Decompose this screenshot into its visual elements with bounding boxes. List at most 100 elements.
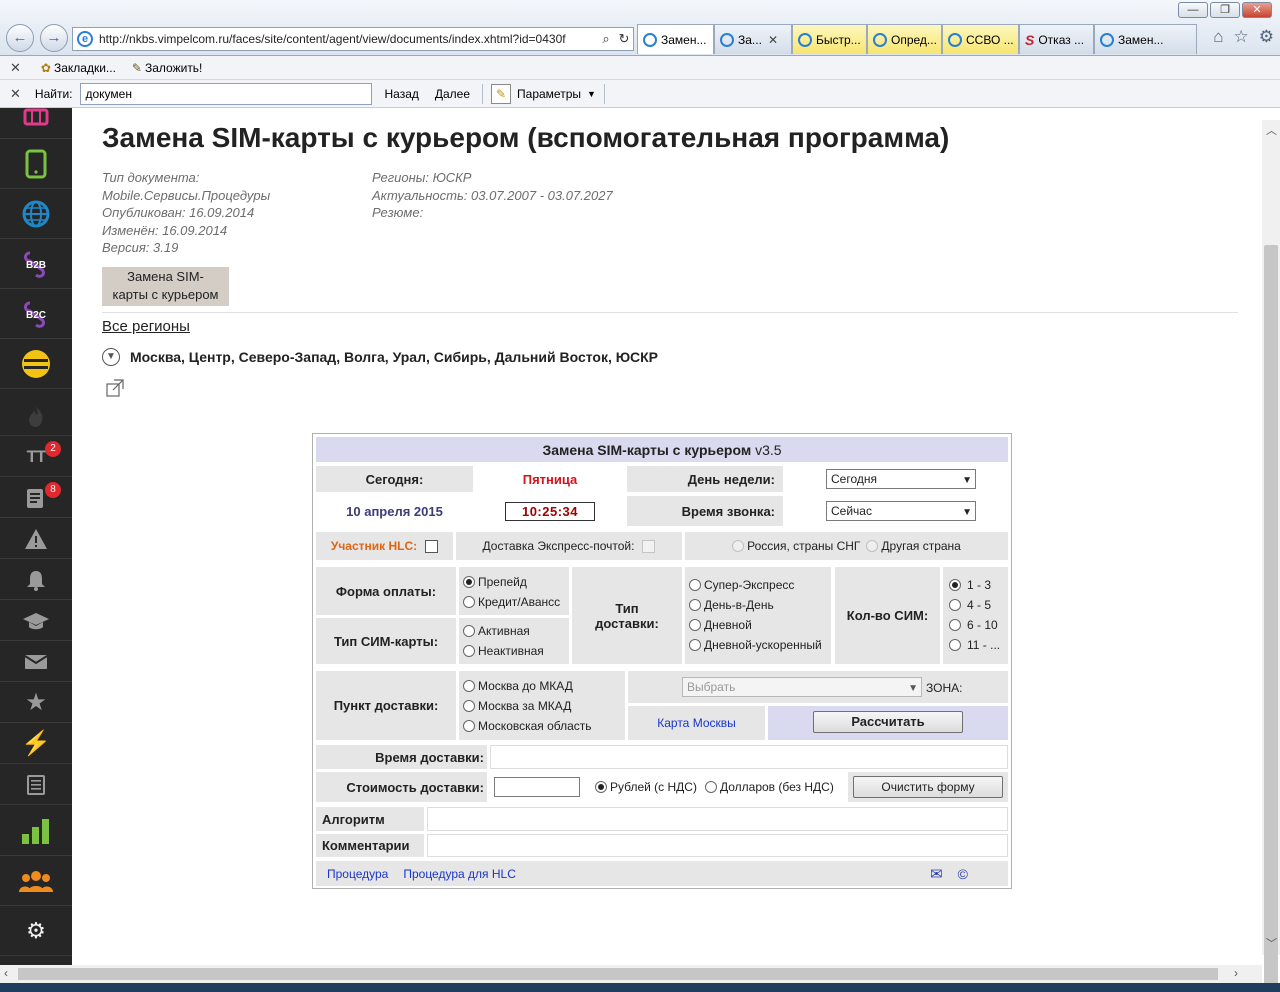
tab-5[interactable]: ССВО ... xyxy=(942,24,1019,54)
scroll-down-icon[interactable]: ﹀ xyxy=(1266,935,1277,951)
scroll-up-icon[interactable]: ︿ xyxy=(1266,122,1277,138)
sidebar-item-team[interactable] xyxy=(0,856,72,906)
sim-type-radio-active[interactable]: Активная xyxy=(463,621,569,641)
delivery-radio-daytime-fast[interactable]: Дневной-ускоренный xyxy=(689,635,831,655)
sidebar-item-docs[interactable] xyxy=(0,765,72,805)
maximize-button[interactable]: ❐ xyxy=(1210,2,1240,18)
vertical-scroll-thumb[interactable] xyxy=(1264,245,1278,992)
scroll-left-icon[interactable]: ‹ xyxy=(4,966,8,980)
sidebar-item-stats[interactable] xyxy=(0,806,72,856)
country-radio-cis[interactable]: Россия, страны СНГ xyxy=(732,536,860,556)
sidebar-item-mobile[interactable] xyxy=(0,139,72,189)
currency-radio-rub[interactable]: Рублей (с НДС) xyxy=(595,777,697,797)
sidebar-item-notifications[interactable] xyxy=(0,560,72,600)
expand-chevron-icon[interactable]: ▼ xyxy=(102,348,120,366)
mail-icon[interactable]: ✉ xyxy=(930,865,943,883)
back-button[interactable]: ← xyxy=(6,24,34,52)
ie-icon: e xyxy=(77,31,93,47)
vertical-scrollbar[interactable]: ︿ ﹀ xyxy=(1262,120,1280,992)
clear-form-button[interactable]: Очистить форму xyxy=(853,776,1003,798)
meta-summary: Резюме: xyxy=(372,205,424,221)
tab-1[interactable]: Замен... xyxy=(637,24,714,54)
url-text[interactable]: http://nkbs.vimpelcom.ru/faces/site/cont… xyxy=(99,32,597,46)
procedure-hlc-link[interactable]: Процедура для HLC xyxy=(403,867,516,881)
close-favbar-icon[interactable]: ✕ xyxy=(10,60,21,76)
mail-icon xyxy=(24,654,48,669)
time-cell: 10:25:34 xyxy=(476,496,624,526)
sim-count-radio-4-5[interactable]: 4 - 5 xyxy=(949,595,1008,615)
close-window-button[interactable]: ✕ xyxy=(1242,2,1272,18)
close-findbar-icon[interactable]: ✕ xyxy=(10,86,21,102)
sidebar-item-b2c[interactable]: B2C xyxy=(0,289,72,339)
sim-count-radio-6-10[interactable]: 6 - 10 xyxy=(949,615,1008,635)
delivery-cost-input[interactable] xyxy=(494,777,580,797)
delivery-radio-super-express[interactable]: Супер-Экспресс xyxy=(689,575,831,595)
sim-type-radio-inactive[interactable]: Неактивная xyxy=(463,641,569,661)
sidebar-item-news[interactable]: 8 xyxy=(0,478,72,518)
sidebar-item-internet[interactable] xyxy=(0,189,72,239)
document-tag-button[interactable]: Замена SIM- карты с курьером xyxy=(102,267,229,306)
tab-6[interactable]: S Отказ ... xyxy=(1019,24,1094,54)
zone-select[interactable]: Выбрать ▼ xyxy=(682,677,922,697)
find-prev-button[interactable]: Назад xyxy=(380,87,422,101)
hlc-label: Участник HLC: xyxy=(330,539,418,553)
find-next-button[interactable]: Далее xyxy=(431,87,474,101)
point-radio-moscow-region[interactable]: Московская область xyxy=(463,716,625,736)
point-radio-outside-mkad[interactable]: Москва за МКАД xyxy=(463,696,625,716)
moscow-map-link[interactable]: Карта Москвы xyxy=(657,716,736,730)
open-external-icon[interactable] xyxy=(106,379,124,397)
forward-button[interactable]: → xyxy=(40,24,68,52)
delivery-radio-same-day[interactable]: День-в-День xyxy=(689,595,831,615)
sim-count-radio-1-3[interactable]: 1 - 3 xyxy=(949,575,1008,595)
all-regions-link[interactable]: Все регионы xyxy=(102,318,190,335)
express-checkbox[interactable] xyxy=(642,539,656,553)
tab-3[interactable]: Быстр... xyxy=(792,24,867,54)
calculate-button[interactable]: Рассчитать xyxy=(813,711,963,733)
country-radio-other[interactable]: Другая страна xyxy=(866,536,961,556)
sidebar-item-hot[interactable] xyxy=(0,396,72,436)
sidebar-item-quick[interactable]: ⚡ xyxy=(0,724,72,764)
sidebar-item-shop[interactable] xyxy=(0,108,72,139)
find-options-button[interactable]: ✎ Параметры ▼ xyxy=(491,83,596,104)
divider xyxy=(102,312,1238,313)
tab-7[interactable]: Замен... xyxy=(1094,24,1197,54)
add-bookmark-button[interactable]: ✎ Заложить! xyxy=(132,61,202,75)
day-of-week-select[interactable]: Сегодня ▼ xyxy=(826,469,976,489)
sidebar-item-settings[interactable]: ⚙ xyxy=(0,906,72,956)
form-title: Замена SIM-карты с курьером v3.5 xyxy=(316,437,1008,462)
favorites-star-icon[interactable]: ☆ xyxy=(1234,27,1249,47)
bookmarks-menu[interactable]: ✿ Закладки... xyxy=(41,61,116,75)
address-bar[interactable]: e http://nkbs.vimpelcom.ru/faces/site/co… xyxy=(72,27,634,51)
minimize-button[interactable]: — xyxy=(1178,2,1208,18)
sidebar-item-mail[interactable] xyxy=(0,642,72,682)
sim-count-radio-11-plus[interactable]: 11 - ... xyxy=(949,635,1008,655)
tab-2[interactable]: За... ✕ xyxy=(714,24,792,54)
sidebar-item-favorites[interactable]: ★ xyxy=(0,683,72,723)
currency-radio-usd[interactable]: Долларов (без НДС) xyxy=(704,777,834,797)
search-icon[interactable]: ⌕ xyxy=(597,31,615,47)
refresh-icon[interactable]: ↻ xyxy=(615,31,633,47)
horizontal-scroll-thumb[interactable] xyxy=(18,968,1218,980)
sidebar-item-training[interactable] xyxy=(0,601,72,641)
meta-left: Тип документа: Mobile.Сервисы.Процедуры … xyxy=(102,169,270,257)
payment-radio-credit[interactable]: Кредит/Авансс xyxy=(463,592,569,612)
delivery-radio-daytime[interactable]: Дневной xyxy=(689,615,831,635)
horizontal-scrollbar[interactable]: ‹ › xyxy=(0,965,1262,983)
find-input[interactable] xyxy=(80,82,373,105)
hlc-checkbox[interactable] xyxy=(425,539,439,553)
home-icon[interactable]: ⌂ xyxy=(1213,27,1223,47)
point-radio-inside-mkad[interactable]: Москва до МКАД xyxy=(463,676,625,696)
sidebar-item-tt[interactable]: TT 2 xyxy=(0,437,72,477)
find-label: Найти: xyxy=(34,86,73,101)
copyright-icon[interactable]: © xyxy=(958,866,968,882)
sidebar-item-b2b[interactable]: B2B xyxy=(0,239,72,289)
settings-gear-icon[interactable]: ⚙ xyxy=(1259,27,1274,47)
call-time-select[interactable]: Сейчас ▼ xyxy=(826,501,976,521)
sidebar-item-beeline[interactable] xyxy=(0,339,72,389)
sidebar-item-alerts[interactable] xyxy=(0,519,72,559)
procedure-link[interactable]: Процедура xyxy=(327,867,388,881)
tab-4[interactable]: Опред... xyxy=(867,24,942,54)
close-tab-icon[interactable]: ✕ xyxy=(768,33,778,47)
payment-radio-prepaid[interactable]: Препейд xyxy=(463,572,569,592)
scroll-right-icon[interactable]: › xyxy=(1234,966,1238,980)
